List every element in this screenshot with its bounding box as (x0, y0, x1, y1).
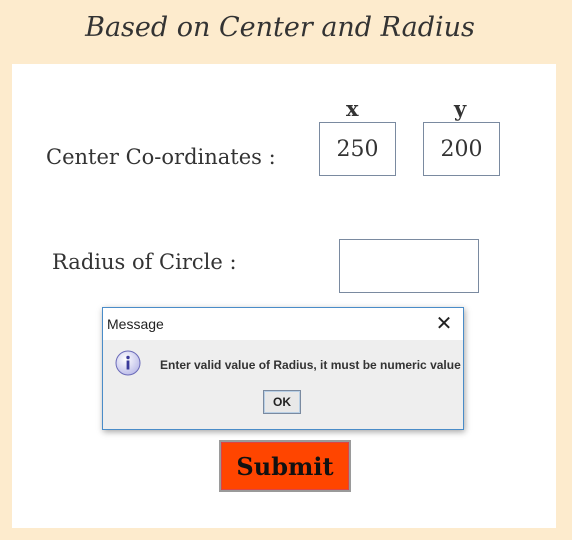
dialog-message: Enter valid value of Radius, it must be … (160, 358, 461, 372)
x-axis-label: x (346, 96, 359, 121)
info-icon (115, 350, 141, 376)
dialog-title: Message (107, 316, 164, 332)
form-panel: x y Center Co-ordinates : Radius of Circ… (12, 64, 556, 528)
radius-input[interactable] (339, 239, 479, 293)
ok-button[interactable]: OK (263, 390, 301, 414)
radius-label: Radius of Circle : (52, 250, 237, 274)
submit-button[interactable]: Submit (219, 440, 351, 492)
y-axis-label: y (454, 96, 467, 121)
center-coordinates-label: Center Co-ordinates : (46, 145, 276, 169)
center-y-input[interactable] (423, 122, 500, 176)
close-icon[interactable]: ✕ (433, 313, 455, 335)
message-dialog: Message ✕ Enter valid value of Radius, i… (102, 307, 464, 430)
page-title: Based on Center and Radius (85, 12, 475, 43)
dialog-titlebar: Message ✕ (103, 308, 463, 340)
center-x-input[interactable] (319, 122, 396, 176)
